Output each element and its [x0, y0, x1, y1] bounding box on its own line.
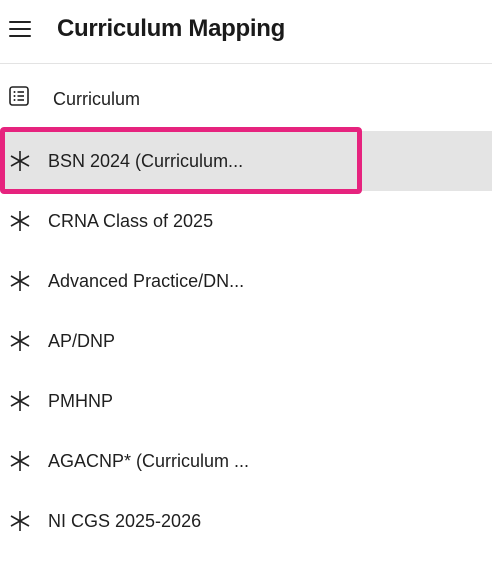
- nav-item-label: CRNA Class of 2025: [48, 211, 214, 231]
- nav-item-ap-dnp[interactable]: AP/DNP: [0, 311, 492, 371]
- nav-item-bsn-2024[interactable]: BSN 2024 (Curriculum...: [0, 131, 492, 191]
- page-title: Curriculum Mapping: [57, 15, 285, 42]
- hamburger-menu-icon[interactable]: [9, 19, 31, 39]
- nav-item-label: NI CGS 2025-2026: [48, 511, 202, 531]
- curriculum-mapping-page: Curriculum Mapping Curriculum BSN 2024 (…: [0, 0, 492, 584]
- app-header: Curriculum Mapping: [0, 0, 492, 64]
- nav-item-pmhnp[interactable]: PMHNP: [0, 371, 492, 431]
- list-icon: [9, 86, 29, 106]
- asterisk-icon: [10, 271, 30, 291]
- nav-item-agacnp[interactable]: AGACNP* (Curriculum ...: [0, 431, 492, 491]
- nav-item-crna-2025[interactable]: CRNA Class of 2025: [0, 191, 492, 251]
- nav-item-label: BSN 2024 (Curriculum...: [48, 151, 244, 171]
- curriculum-link[interactable]: Curriculum: [0, 80, 492, 118]
- asterisk-icon: [10, 151, 30, 171]
- curriculum-link-label: Curriculum: [53, 89, 141, 109]
- asterisk-icon: [10, 511, 30, 531]
- nav-item-label: AGACNP* (Curriculum ...: [48, 451, 250, 471]
- nav-item-label: AP/DNP: [48, 331, 116, 351]
- nav-item-ni-cgs[interactable]: NI CGS 2025-2026: [0, 491, 492, 551]
- asterisk-icon: [10, 211, 30, 231]
- nav-item-advanced-practice[interactable]: Advanced Practice/DN...: [0, 251, 492, 311]
- asterisk-icon: [10, 391, 30, 411]
- nav-item-label: Advanced Practice/DN...: [48, 271, 245, 291]
- asterisk-icon: [10, 451, 30, 471]
- asterisk-icon: [10, 331, 30, 351]
- nav-item-label: PMHNP: [48, 391, 114, 411]
